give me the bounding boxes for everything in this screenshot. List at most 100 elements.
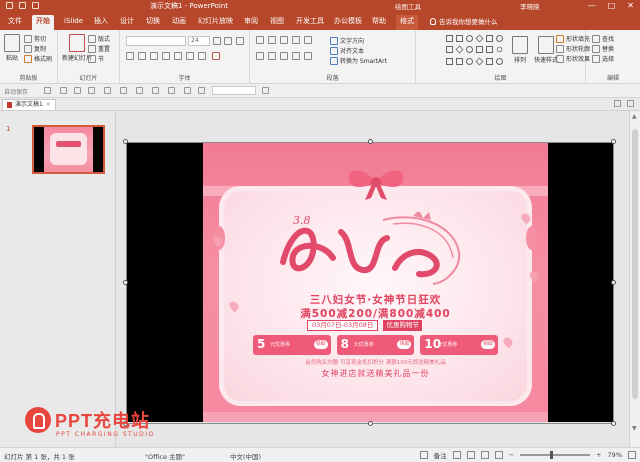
line-shape-icon[interactable] bbox=[456, 35, 463, 42]
clear-format-button[interactable] bbox=[236, 37, 244, 45]
copy-button[interactable]: 复制 bbox=[24, 44, 46, 53]
tab-file[interactable]: 文件 bbox=[4, 15, 26, 30]
brace-shape-icon[interactable] bbox=[476, 46, 483, 54]
redo-icon[interactable] bbox=[88, 87, 95, 94]
tab-islide[interactable]: iSlide bbox=[60, 15, 87, 30]
bullets-button[interactable] bbox=[256, 36, 264, 44]
resize-handle[interactable] bbox=[123, 139, 128, 144]
smartart-button[interactable]: 转换为 SmartArt bbox=[330, 56, 387, 65]
notes-button[interactable]: 备注 bbox=[434, 450, 447, 460]
align-icon[interactable] bbox=[152, 87, 159, 94]
chevron-shape-icon[interactable] bbox=[486, 57, 493, 65]
italic-button[interactable] bbox=[138, 52, 146, 60]
undo-icon[interactable] bbox=[74, 87, 81, 94]
find-button[interactable]: 查找 bbox=[592, 34, 614, 43]
shadow-button[interactable] bbox=[162, 52, 170, 60]
align-center-button[interactable] bbox=[268, 52, 276, 60]
arrow-shape-icon[interactable] bbox=[446, 46, 453, 54]
print-icon[interactable] bbox=[120, 87, 127, 94]
oval-shape-icon[interactable] bbox=[466, 35, 473, 42]
autosave-label[interactable]: 自动保存 bbox=[4, 87, 28, 96]
numbering-button[interactable] bbox=[268, 36, 276, 44]
slideshow-view-icon[interactable] bbox=[494, 451, 503, 459]
quick-styles-button[interactable]: 快速样式 bbox=[534, 36, 558, 64]
font-size-field[interactable]: 24 bbox=[188, 36, 210, 46]
align-right-button[interactable] bbox=[280, 52, 288, 60]
vertical-scrollbar[interactable]: ▲ ▼ bbox=[629, 111, 640, 447]
underline-button[interactable] bbox=[150, 52, 158, 60]
customize-toolbar-icon[interactable] bbox=[262, 87, 269, 94]
tab-office-templates[interactable]: 办公模板 bbox=[330, 15, 366, 30]
resize-handle[interactable] bbox=[368, 421, 373, 426]
fit-slide-icon[interactable] bbox=[628, 451, 636, 459]
tab-slideshow[interactable]: 幻灯片放映 bbox=[194, 15, 237, 30]
format-painter-button[interactable]: 格式刷 bbox=[24, 54, 52, 63]
undo-icon[interactable] bbox=[19, 2, 26, 9]
group-icon[interactable] bbox=[168, 87, 175, 94]
tab-transitions[interactable]: 切换 bbox=[142, 15, 164, 30]
user-name[interactable]: 李晓晓 bbox=[520, 1, 540, 11]
change-case-button[interactable] bbox=[198, 52, 206, 60]
align-text-button[interactable]: 对齐文本 bbox=[330, 46, 364, 55]
paste-button[interactable]: 粘贴 bbox=[4, 34, 20, 62]
triangle-shape-icon[interactable] bbox=[486, 35, 493, 42]
hexagon-shape-icon[interactable] bbox=[475, 57, 484, 66]
notes-icon[interactable] bbox=[419, 451, 428, 459]
poster-image[interactable]: 3.8 三八妇女节·女神节日狂欢 满500减200/满800减400 03月07… bbox=[203, 142, 548, 422]
close-button[interactable]: ✕ bbox=[627, 1, 634, 10]
sorter-view-icon[interactable] bbox=[466, 451, 475, 459]
slide-thumbnail[interactable] bbox=[32, 125, 105, 174]
section-button[interactable]: 节 bbox=[88, 54, 104, 63]
font-name-field[interactable] bbox=[126, 36, 186, 46]
reading-view-icon[interactable] bbox=[480, 451, 489, 459]
curve-shape-icon[interactable] bbox=[456, 57, 463, 65]
tab-insert[interactable]: 插入 bbox=[90, 15, 112, 30]
save-icon[interactable] bbox=[60, 87, 67, 94]
resize-handle[interactable] bbox=[611, 421, 616, 426]
pentagon-shape-icon[interactable] bbox=[466, 57, 473, 65]
slideshow-icon[interactable] bbox=[104, 87, 111, 94]
columns-button[interactable] bbox=[304, 52, 312, 60]
line-spacing-button[interactable] bbox=[304, 36, 312, 44]
send-back-icon[interactable] bbox=[198, 87, 205, 94]
layout-button[interactable]: 版式 bbox=[88, 34, 110, 43]
zoom-out-icon[interactable]: − bbox=[509, 451, 514, 459]
tab-format[interactable]: 格式 bbox=[396, 15, 418, 30]
align-left-button[interactable] bbox=[256, 52, 264, 60]
shapes-gallery[interactable] bbox=[446, 34, 506, 67]
document-tab[interactable]: 演示文稿1 × bbox=[2, 99, 56, 110]
minimize-button[interactable]: — bbox=[588, 1, 596, 10]
tab-view[interactable]: 视图 bbox=[266, 15, 288, 30]
select-button[interactable]: 选择 bbox=[592, 54, 614, 63]
strikethrough-button[interactable] bbox=[174, 52, 182, 60]
resize-handle[interactable] bbox=[123, 280, 128, 285]
tab-developer[interactable]: 开发工具 bbox=[292, 15, 328, 30]
reset-button[interactable]: 重置 bbox=[88, 44, 110, 53]
more-shapes-icon[interactable] bbox=[496, 57, 503, 65]
shape-outline-button[interactable]: 形状轮廓 bbox=[556, 44, 590, 53]
callout-shape-icon[interactable] bbox=[466, 46, 473, 54]
shape-fill-button[interactable]: 形状填充 bbox=[556, 34, 590, 43]
resize-handle[interactable] bbox=[368, 139, 373, 144]
bold-button[interactable] bbox=[126, 52, 134, 60]
scroll-thumb[interactable] bbox=[632, 129, 638, 399]
cloud-shape-icon[interactable] bbox=[495, 45, 504, 54]
tab-home[interactable]: 开始 bbox=[32, 15, 54, 30]
shape-effects-button[interactable]: 形状效果 bbox=[556, 54, 590, 63]
quick-size-field[interactable] bbox=[212, 86, 256, 95]
save-icon[interactable] bbox=[6, 2, 13, 9]
arrange-button[interactable]: 排列 bbox=[512, 36, 528, 64]
tab-animations[interactable]: 动画 bbox=[168, 15, 190, 30]
scroll-up-icon[interactable]: ▲ bbox=[632, 113, 637, 120]
replace-button[interactable]: 替换 bbox=[592, 44, 614, 53]
decrease-indent-button[interactable] bbox=[280, 36, 288, 44]
new-window-icon[interactable] bbox=[614, 100, 621, 107]
close-tab-icon[interactable]: × bbox=[46, 100, 51, 110]
tab-help[interactable]: 帮助 bbox=[368, 15, 390, 30]
increase-indent-button[interactable] bbox=[292, 36, 300, 44]
circle-shape-icon[interactable] bbox=[496, 35, 503, 42]
tab-review[interactable]: 审阅 bbox=[240, 15, 262, 30]
toggle-icon[interactable] bbox=[44, 87, 51, 94]
resize-handle[interactable] bbox=[611, 280, 616, 285]
char-spacing-button[interactable] bbox=[186, 52, 194, 60]
